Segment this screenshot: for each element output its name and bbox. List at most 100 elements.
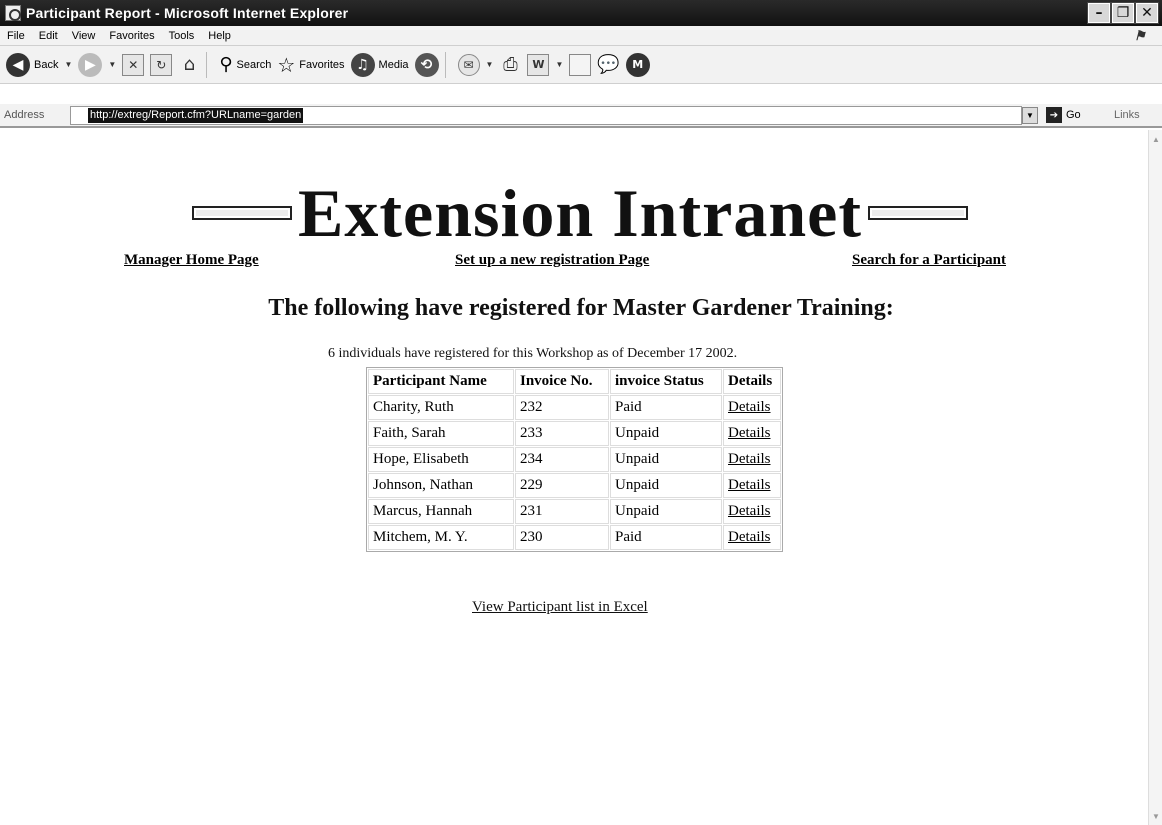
back-button[interactable]: ◀ Back ▼ [6,52,72,77]
details-link[interactable]: Details [723,525,781,550]
banner-title: Extension Intranet [298,175,862,251]
invoice-status-cell: Unpaid [610,473,722,498]
ie-page-icon [5,5,21,21]
details-link[interactable]: Details [723,421,781,446]
messenger-button[interactable]: 💬 [597,54,619,75]
edit-button[interactable]: W ▼ [527,53,563,76]
search-button[interactable]: ⚲ Search [219,54,271,75]
menu-file[interactable]: File [0,30,32,42]
invoice-status-cell: Unpaid [610,499,722,524]
manager-home-link[interactable]: Manager Home Page [124,252,259,269]
print-icon: ⎙ [503,54,518,75]
history-icon: ⟲ [414,52,439,77]
new-registration-link[interactable]: Set up a new registration Page [455,252,649,269]
maximize-button[interactable]: ❐ [1111,2,1135,24]
menu-tools[interactable]: Tools [162,30,202,42]
table-row: Johnson, Nathan 229 Unpaid Details [368,473,781,498]
window-title: Participant Report - Microsoft Internet … [26,5,349,21]
invoice-status-cell: Paid [610,395,722,420]
invoice-status-cell: Unpaid [610,447,722,472]
history-button[interactable]: ⟲ [414,52,439,77]
links-button[interactable]: Links [1114,109,1140,121]
address-url[interactable]: http://extreg/Report.cfm?URLname=garden [88,108,304,123]
participant-name-cell: Faith, Sarah [368,421,514,446]
excel-export-link[interactable]: View Participant list in Excel [472,599,648,616]
invoice-status-cell: Unpaid [610,421,722,446]
invoice-number-cell: 229 [515,473,609,498]
edit-dropdown-icon[interactable]: ▼ [555,60,563,69]
participant-name-cell: Marcus, Hannah [368,499,514,524]
details-link[interactable]: Details [723,447,781,472]
column-header: invoice Status [610,369,722,394]
back-icon: ◀ [6,52,30,77]
research-button[interactable]: M [625,52,650,77]
discuss-icon [569,53,592,76]
home-icon: ⌂ [183,54,196,75]
menu-help[interactable]: Help [201,30,238,42]
forward-dropdown-icon[interactable]: ▼ [108,60,116,69]
column-header: Details [723,369,781,394]
messenger-icon: 💬 [597,54,620,75]
windows-flag-icon: ⚑ [1134,28,1146,43]
menu-edit[interactable]: Edit [32,30,65,42]
banner-left-bar [192,206,293,220]
forward-icon: ▶ [78,52,103,77]
close-button[interactable]: ✕ [1135,2,1159,24]
refresh-icon: ↻ [150,53,173,76]
invoice-number-cell: 233 [515,421,609,446]
forward-button[interactable]: ▶ ▼ [78,52,116,77]
favorites-label: Favorites [299,58,345,71]
participant-table: Participant Name Invoice No. invoice Sta… [366,367,783,552]
favorites-button[interactable]: ☆ Favorites [277,53,344,77]
participant-name-cell: Hope, Elisabeth [368,447,514,472]
toolbar: ◀ Back ▼ ▶ ▼ ✕ ↻ ⌂ ⚲ Search ☆ Favorites … [0,46,1162,84]
back-dropdown-icon[interactable]: ▼ [64,60,72,69]
invoice-number-cell: 231 [515,499,609,524]
mail-dropdown-icon[interactable]: ▼ [486,60,494,69]
invoice-number-cell: 230 [515,525,609,550]
home-button[interactable]: ⌂ [178,54,200,76]
address-dropdown-button[interactable]: ▼ [1022,107,1038,124]
details-link[interactable]: Details [723,499,781,524]
column-header: Invoice No. [515,369,609,394]
banner: Extension Intranet [160,178,1000,248]
scroll-down-icon[interactable]: ▼ [1150,809,1162,823]
details-link[interactable]: Details [723,473,781,498]
menu-bar: File Edit View Favorites Tools Help ⚑ [0,26,1162,46]
page-heading: The following have registered for Master… [268,295,894,321]
window-controls: – ❐ ✕ [1087,2,1159,24]
go-label: Go [1066,109,1081,121]
scroll-up-icon[interactable]: ▲ [1150,132,1162,146]
registration-count: 6 individuals have registered for this W… [328,346,738,361]
address-bar: Address http://extreg/Report.cfm?URLname… [0,104,1162,128]
participant-name-cell: Charity, Ruth [368,395,514,420]
toolbar-separator [206,51,208,78]
table-row: Faith, Sarah 233 Unpaid Details [368,421,781,446]
details-link[interactable]: Details [723,395,781,420]
favorites-icon: ☆ [277,52,296,77]
mail-icon: ✉ [457,53,480,76]
participant-name-cell: Mitchem, M. Y. [368,525,514,550]
stop-button[interactable]: ✕ [122,53,145,76]
menu-favorites[interactable]: Favorites [102,30,161,42]
refresh-button[interactable]: ↻ [150,53,173,76]
media-label: Media [378,58,409,71]
print-button[interactable]: ⎙ [499,54,521,76]
mail-button[interactable]: ✉ ▼ [457,53,494,76]
minimize-button[interactable]: – [1087,2,1111,24]
search-icon: ⚲ [219,54,233,75]
address-label: Address [4,109,45,121]
participant-name-cell: Johnson, Nathan [368,473,514,498]
vertical-scrollbar[interactable]: ▲ ▼ [1148,130,1162,825]
discuss-button[interactable] [569,53,592,76]
invoice-status-cell: Paid [610,525,722,550]
table-header-row: Participant Name Invoice No. invoice Sta… [368,369,781,394]
title-bar: Participant Report - Microsoft Internet … [0,0,1162,26]
search-participant-link[interactable]: Search for a Participant [852,252,1006,269]
media-icon: ♫ [350,52,375,77]
menu-view[interactable]: View [65,30,103,42]
go-button[interactable]: ➔ Go [1046,107,1081,123]
banner-right-bar [867,206,968,220]
go-icon: ➔ [1046,107,1062,123]
media-button[interactable]: ♫ Media [350,52,409,77]
